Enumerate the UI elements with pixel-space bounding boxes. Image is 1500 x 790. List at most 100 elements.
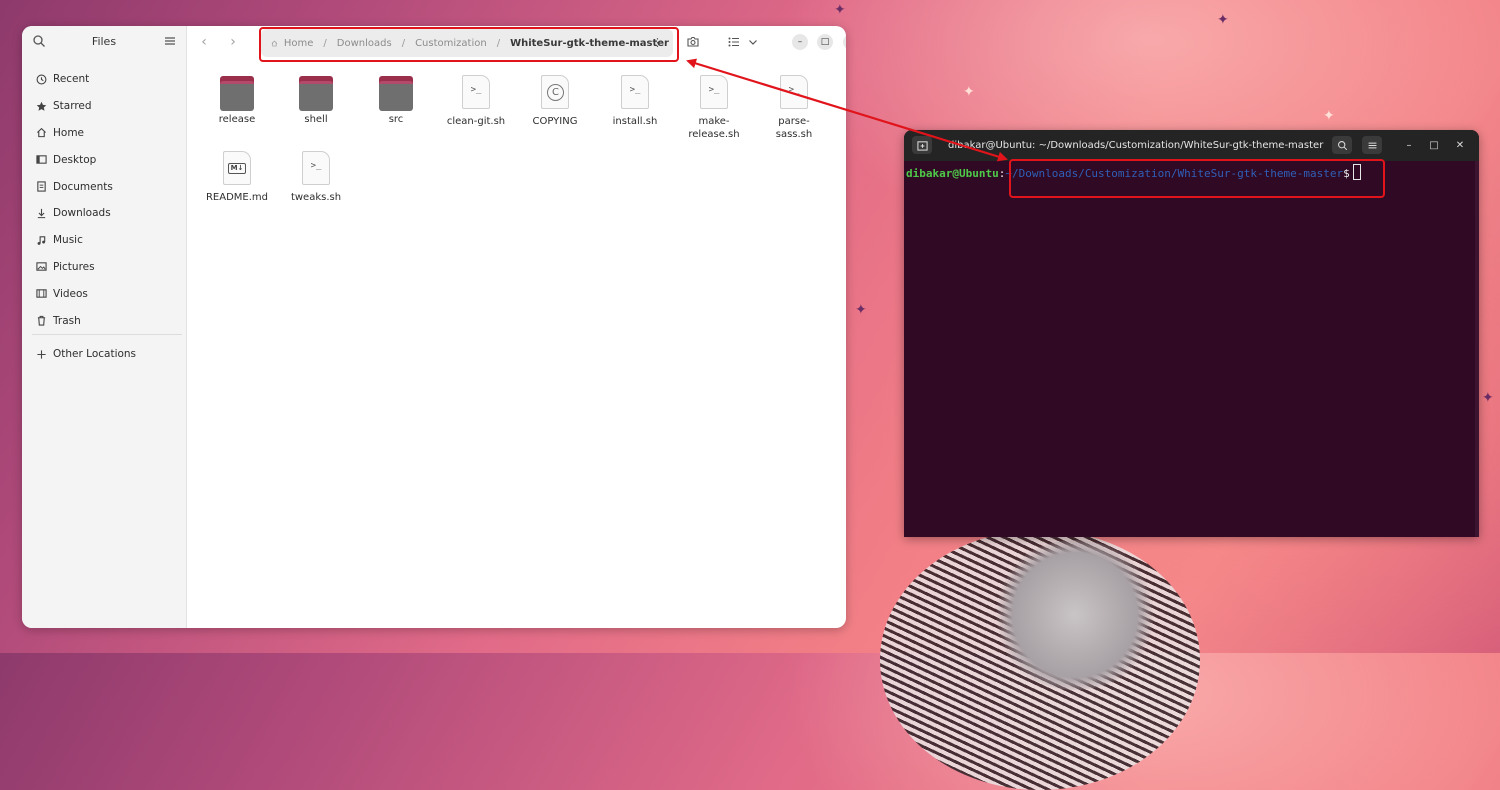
terminal-close-button[interactable]: ✕ (1453, 138, 1467, 152)
sidebar-item-trash[interactable]: Trash (22, 307, 186, 334)
desktop-icon (35, 154, 47, 166)
markdown-file-icon: M↓ (223, 151, 251, 185)
file-name: src (388, 114, 404, 125)
sidebar-item-desktop[interactable]: Desktop (22, 146, 186, 173)
file-name-line2: sass.sh (775, 129, 813, 140)
files-window: Files Recent Starred Home Desktop Docume… (22, 26, 846, 628)
file-name: COPYING (532, 116, 578, 127)
minimize-icon: – (797, 37, 803, 47)
script-file-icon: >_ (302, 151, 330, 185)
sidebar-item-label: Recent (53, 73, 90, 86)
script-file-icon: >_ (462, 75, 490, 109)
minimize-icon: – (1406, 139, 1412, 151)
back-button[interactable]: ‹ (195, 33, 213, 51)
video-icon (35, 288, 47, 300)
sidebar-item-label: Trash (53, 314, 81, 327)
sidebar-header: Files (22, 26, 186, 58)
sidebar-item-music[interactable]: Music (22, 227, 186, 254)
minimize-button[interactable]: – (792, 34, 808, 50)
sidebar-divider (32, 334, 182, 335)
file-item-folder[interactable]: release (197, 70, 277, 126)
plus-icon (35, 348, 47, 360)
terminal-scrollbar[interactable] (1475, 161, 1479, 537)
sidebar: Files Recent Starred Home Desktop Docume… (22, 26, 187, 628)
file-name-line1: parse- (778, 116, 810, 127)
sidebar-item-starred[interactable]: Starred (22, 93, 186, 120)
new-tab-icon (916, 140, 928, 151)
script-file-icon: >_ (780, 75, 808, 109)
file-item-script[interactable]: >_ make- release.sh (674, 70, 754, 141)
file-item-folder[interactable]: shell (276, 70, 356, 126)
file-name: README.md (205, 192, 269, 203)
file-item-script[interactable]: >_ parse- sass.sh (754, 70, 834, 141)
folder-icon (220, 76, 254, 111)
maximize-icon: □ (1429, 139, 1439, 151)
search-location-icon[interactable] (686, 35, 700, 49)
terminal-header: dibakar@Ubuntu: ~/Downloads/Customizatio… (904, 130, 1479, 161)
sparkle-icon: ✦ (834, 2, 846, 18)
sidebar-item-label: Videos (53, 287, 88, 300)
file-item-script[interactable]: >_ tweaks.sh (276, 146, 356, 204)
list-view-icon[interactable] (727, 35, 741, 49)
file-item-license[interactable]: C COPYING (515, 70, 595, 128)
prompt-user: dibakar@Ubuntu (906, 167, 999, 180)
pathbar-highlight-box (259, 27, 679, 62)
wallpaper-shape-highlight (990, 540, 1160, 690)
file-item-folder[interactable]: src (356, 70, 436, 126)
sidebar-other: Other Locations (22, 341, 186, 368)
folder-icon (299, 76, 333, 111)
file-name: clean-git.sh (446, 116, 506, 127)
script-file-icon: >_ (621, 75, 649, 109)
sidebar-item-documents[interactable]: Documents (22, 173, 186, 200)
sidebar-item-home[interactable]: Home (22, 120, 186, 147)
menu-icon[interactable] (163, 34, 177, 48)
sparkle-icon: ✦ (963, 84, 975, 100)
sidebar-item-label: Pictures (53, 260, 95, 273)
terminal-title: dibakar@Ubuntu: ~/Downloads/Customizatio… (948, 140, 1324, 151)
sidebar-item-label: Home (53, 126, 85, 139)
copyright-file-icon: C (541, 75, 569, 109)
sidebar-item-other-locations[interactable]: Other Locations (22, 341, 186, 368)
sidebar-item-label: Downloads (53, 207, 111, 220)
search-icon (1337, 140, 1347, 150)
home-icon (35, 127, 47, 139)
document-icon (35, 181, 47, 193)
file-name: install.sh (612, 116, 658, 127)
folder-icon (379, 76, 413, 111)
sparkle-icon: ✦ (1482, 390, 1494, 406)
sidebar-item-label: Music (53, 234, 83, 247)
new-tab-button[interactable] (912, 136, 932, 154)
terminal-minimize-button[interactable]: – (1402, 138, 1416, 152)
chevron-down-icon[interactable] (746, 35, 760, 49)
file-item-markdown[interactable]: M↓ README.md (197, 146, 277, 204)
sidebar-places: Recent Starred Home Desktop Documents Do… (22, 66, 186, 334)
star-icon (35, 100, 47, 112)
maximize-button[interactable]: □ (817, 34, 833, 50)
file-item-script[interactable]: >_ install.sh (595, 70, 675, 128)
script-file-icon: >_ (700, 75, 728, 109)
menu-icon (1368, 142, 1376, 148)
sidebar-item-videos[interactable]: Videos (22, 280, 186, 307)
trash-icon (35, 315, 47, 327)
terminal-search-button[interactable] (1332, 136, 1352, 154)
close-icon: ✕ (1455, 139, 1465, 151)
download-icon (35, 207, 47, 219)
app-title: Files (91, 35, 117, 48)
sidebar-item-pictures[interactable]: Pictures (22, 254, 186, 281)
file-name: release (218, 114, 256, 125)
sidebar-item-label: Starred (53, 100, 92, 113)
terminal-maximize-button[interactable]: □ (1427, 138, 1441, 152)
sidebar-item-label: Desktop (53, 153, 97, 166)
terminal-menu-button[interactable] (1362, 136, 1382, 154)
chevron-left-icon: ‹ (201, 34, 207, 50)
forward-button[interactable]: › (224, 33, 242, 51)
file-name-line1: make- (698, 116, 730, 127)
picture-icon (35, 261, 47, 273)
sidebar-item-recent[interactable]: Recent (22, 66, 186, 93)
terminal-path-highlight-box (1009, 159, 1385, 198)
file-name: shell (304, 114, 328, 125)
file-name: tweaks.sh (290, 192, 342, 203)
file-item-script[interactable]: >_ clean-git.sh (436, 70, 516, 128)
close-button[interactable]: ✕ (843, 34, 846, 50)
sidebar-item-downloads[interactable]: Downloads (22, 200, 186, 227)
